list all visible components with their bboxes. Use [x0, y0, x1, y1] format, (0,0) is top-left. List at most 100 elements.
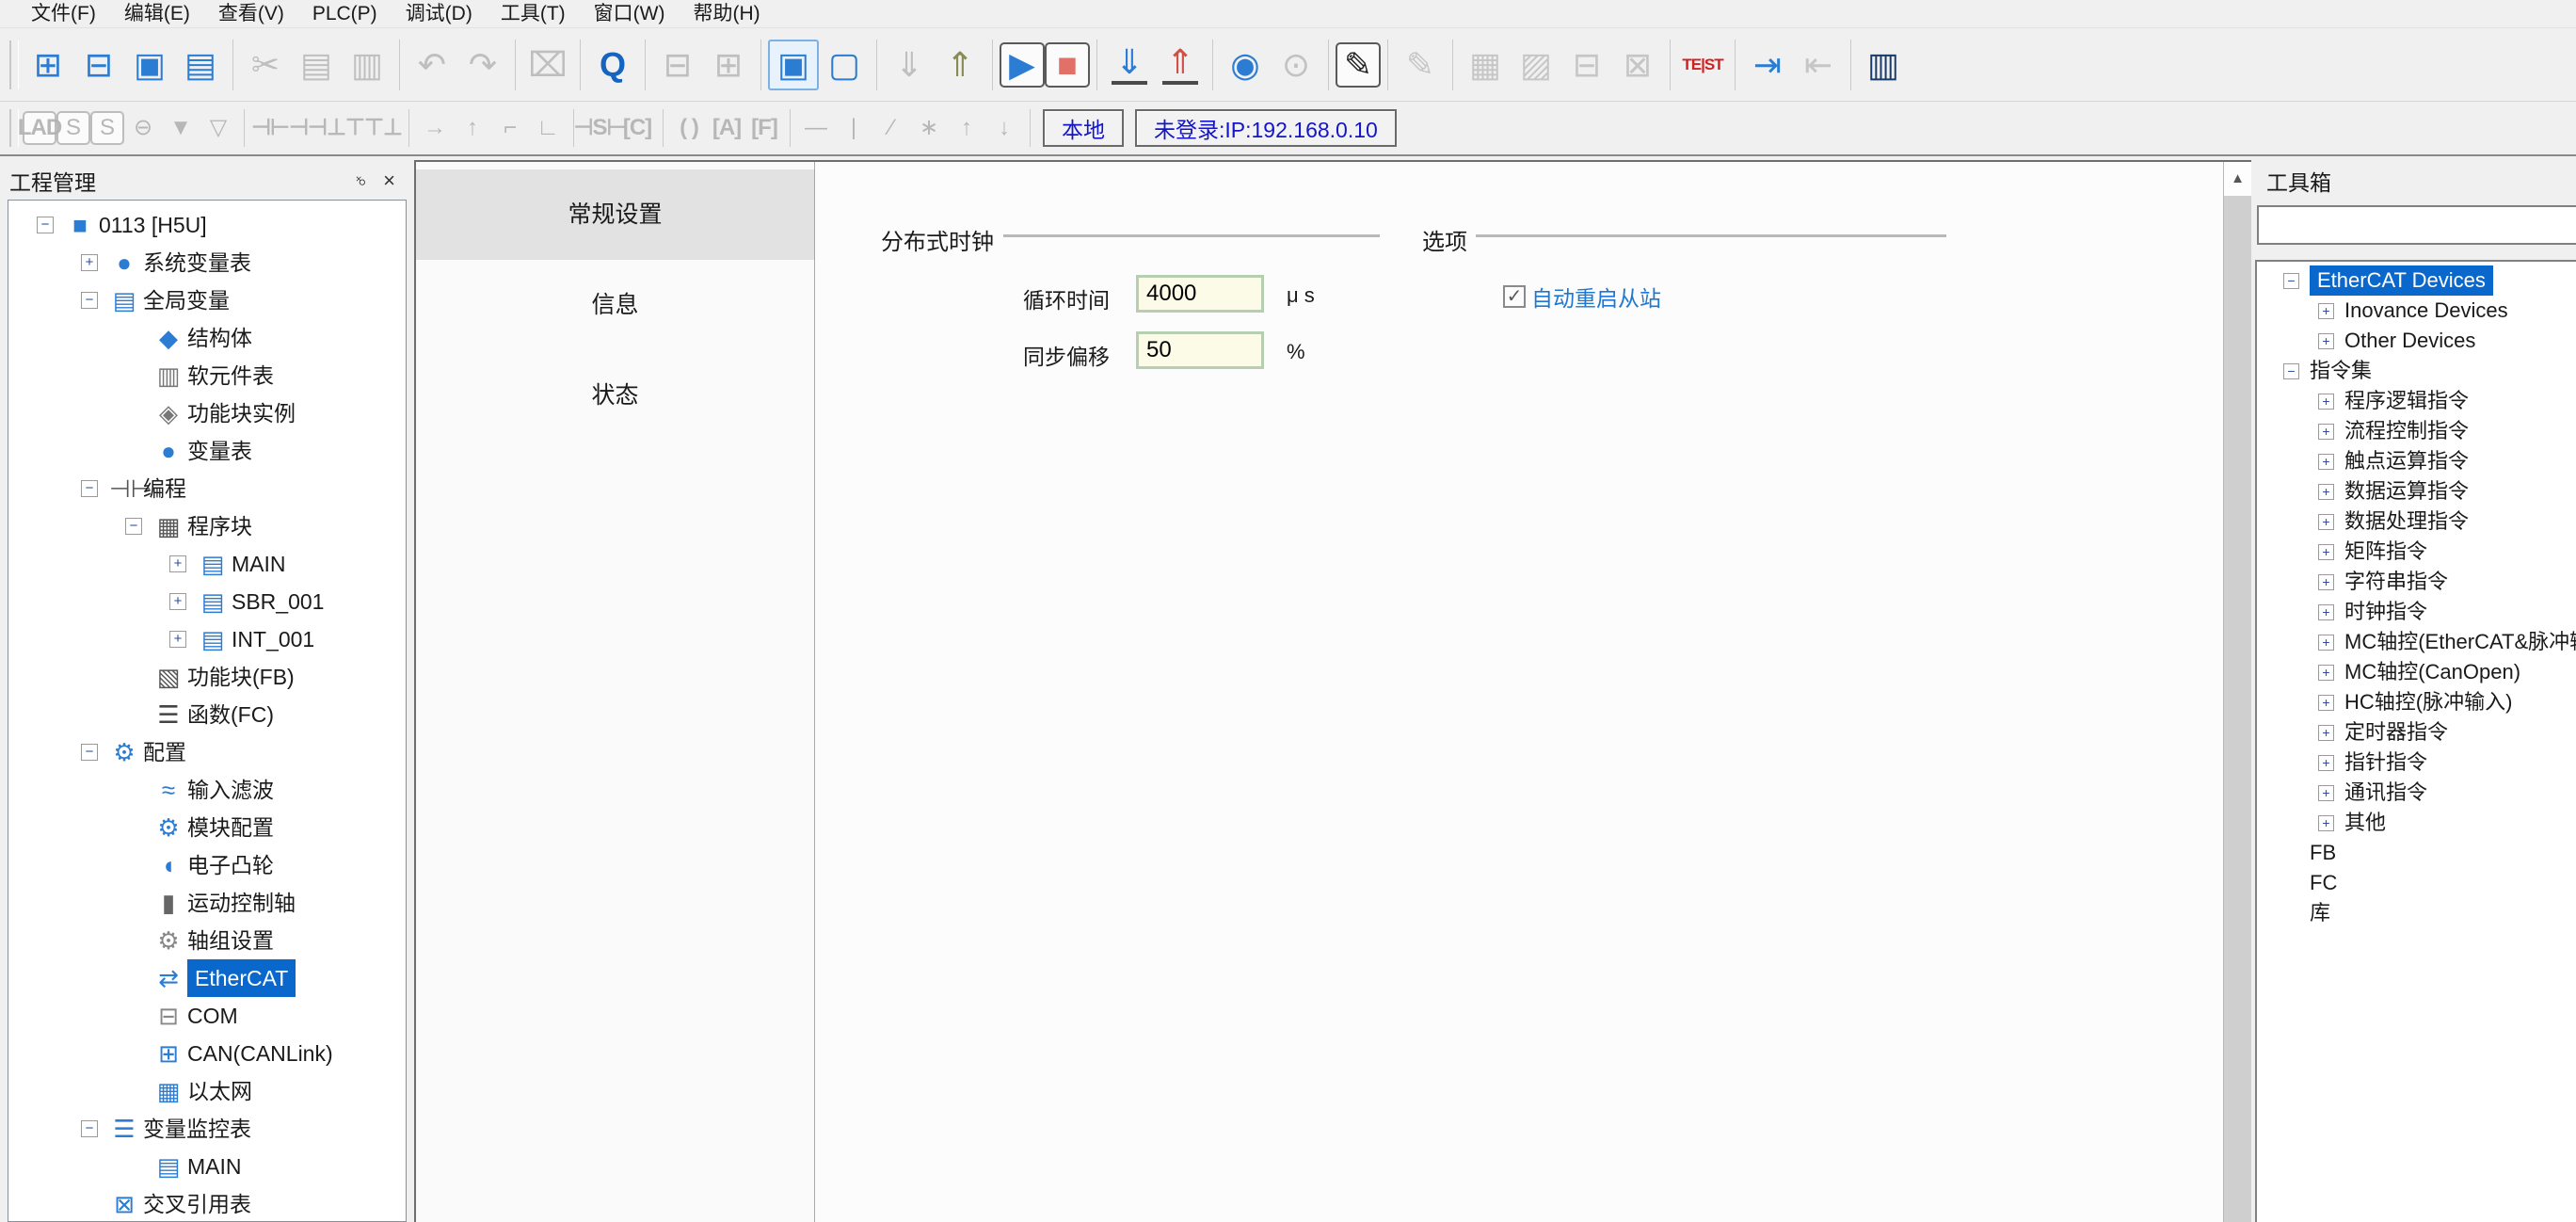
scrollbar-track[interactable] — [2224, 196, 2251, 1222]
window-export-button[interactable]: ▢ — [819, 40, 870, 90]
project-node-function-block-fb[interactable]: ▧功能块(FB) — [8, 658, 406, 696]
expand-icon[interactable]: + — [2318, 484, 2334, 500]
toolbox-node-inovance-devices[interactable]: +Inovance Devices — [2257, 296, 2576, 326]
project-node-config[interactable]: −⚙配置 — [8, 733, 406, 771]
expand-icon[interactable]: + — [2318, 635, 2334, 651]
usb-test-button[interactable]: TE|ST — [1677, 40, 1728, 90]
project-node-global-var[interactable]: −▤全局变量 — [8, 281, 406, 319]
project-node-watch-table[interactable]: −☰变量监控表 — [8, 1110, 406, 1148]
toolbox-node-other-instr[interactable]: +其他 — [2257, 808, 2576, 838]
connection-local-button[interactable]: 本地 — [1043, 109, 1124, 147]
download-button[interactable]: ⇓ — [1104, 40, 1155, 90]
toolbox-node-comm-instr[interactable]: +通讯指令 — [2257, 778, 2576, 808]
content-scrollbar[interactable]: ▲ — [2223, 162, 2251, 1222]
open-project-button[interactable]: ⊟ — [73, 40, 124, 90]
menu-window[interactable]: 窗口(W) — [580, 0, 680, 28]
project-node-ethercat[interactable]: ⇄EtherCAT — [8, 959, 406, 997]
expand-icon[interactable]: + — [2318, 785, 2334, 801]
project-node-system-var-table[interactable]: +●系统变量表 — [8, 244, 406, 281]
expand-icon[interactable]: + — [169, 631, 186, 648]
project-node-cross-ref-table[interactable]: ⊠交叉引用表 — [8, 1185, 406, 1222]
project-node-device-table[interactable]: ▥软元件表 — [8, 357, 406, 394]
project-node-function-fc[interactable]: ☰函数(FC) — [8, 696, 406, 733]
save-button[interactable]: ▣ — [124, 40, 175, 90]
expand-icon[interactable]: + — [2318, 514, 2334, 530]
project-node-input-filter[interactable]: ≈输入滤波 — [8, 771, 406, 809]
collapse-icon[interactable]: − — [81, 1120, 98, 1137]
toolbox-node-other-devices[interactable]: +Other Devices — [2257, 326, 2576, 356]
project-node-com[interactable]: ⊟COM — [8, 997, 406, 1035]
close-icon[interactable]: × — [383, 170, 395, 191]
expand-icon[interactable]: + — [2318, 815, 2334, 831]
window-cascade-button[interactable]: ▣ — [768, 40, 819, 90]
project-node-program-blocks[interactable]: −▦程序块 — [8, 507, 406, 545]
toolbox-node-string-instr[interactable]: +字符串指令 — [2257, 567, 2576, 597]
project-node-pou-int-001[interactable]: +▤INT_001 — [8, 620, 406, 658]
expand-icon[interactable]: + — [2318, 695, 2334, 711]
expand-icon[interactable]: + — [2318, 665, 2334, 681]
expand-icon[interactable]: + — [2318, 303, 2334, 319]
monitor-button[interactable]: ◉ — [1220, 40, 1271, 90]
device-view-button[interactable]: ▥ — [1858, 40, 1909, 90]
expand-icon[interactable]: + — [2318, 394, 2334, 410]
collapse-icon[interactable]: − — [37, 217, 54, 233]
upload-button[interactable]: ⇑ — [1155, 40, 1206, 90]
settings-tab-info[interactable]: 信息 — [416, 260, 814, 350]
project-node-ethernet[interactable]: ▦以太网 — [8, 1072, 406, 1110]
collapse-icon[interactable]: − — [81, 744, 98, 761]
project-node-plc-0113-h5u[interactable]: −■0113 [H5U] — [8, 206, 406, 244]
collapse-icon[interactable]: − — [2283, 273, 2299, 289]
new-project-button[interactable]: ⊞ — [23, 40, 73, 90]
toolbox-node-clock-instr[interactable]: +时钟指令 — [2257, 597, 2576, 627]
toolbox-node-pointer-instr[interactable]: +指针指令 — [2257, 748, 2576, 778]
collapse-icon[interactable]: − — [81, 480, 98, 497]
collapse-icon[interactable]: − — [125, 518, 142, 535]
write-button[interactable]: ✎ — [1336, 42, 1381, 88]
toolbox-node-data-proc-instr[interactable]: +数据处理指令 — [2257, 506, 2576, 537]
project-node-pou-sbr-001[interactable]: +▤SBR_001 — [8, 583, 406, 620]
expand-icon[interactable]: + — [2318, 544, 2334, 560]
run-button[interactable]: ▶ — [1000, 42, 1045, 88]
settings-tab-status[interactable]: 状态 — [416, 350, 814, 441]
toolbox-node-program-logic-instr[interactable]: +程序逻辑指令 — [2257, 386, 2576, 416]
project-node-fb-instance[interactable]: ◈功能块实例 — [8, 394, 406, 432]
auto-restart-checkbox[interactable]: ✓ — [1503, 285, 1526, 308]
expand-icon[interactable]: + — [2318, 604, 2334, 620]
menu-help[interactable]: 帮助(H) — [679, 0, 774, 28]
login-status-button[interactable]: 未登录:IP:192.168.0.10 — [1135, 109, 1397, 147]
settings-tab-general[interactable]: 常规设置 — [416, 169, 814, 260]
menu-debug[interactable]: 调试(D) — [392, 0, 487, 28]
toolbox-node-hc-axis-pulse[interactable]: +HC轴控(脉冲输入) — [2257, 687, 2576, 717]
menu-plc[interactable]: PLC(P) — [298, 0, 392, 28]
toolbox-node-timer-instr[interactable]: +定时器指令 — [2257, 717, 2576, 748]
expand-icon[interactable]: + — [2318, 424, 2334, 440]
expand-icon[interactable]: + — [2318, 725, 2334, 741]
toolbox-node-ethercat-devices[interactable]: −EtherCAT Devices — [2257, 265, 2576, 296]
sync-offset-input[interactable] — [1136, 331, 1264, 369]
project-node-electronic-cam[interactable]: ◖电子凸轮 — [8, 846, 406, 884]
toolbox-node-flow-control-instr[interactable]: +流程控制指令 — [2257, 416, 2576, 446]
menu-view[interactable]: 查看(V) — [204, 0, 298, 28]
pin-icon[interactable]: ♀ — [353, 170, 369, 191]
toolbox-node-instruction-set[interactable]: −指令集 — [2257, 356, 2576, 386]
expand-icon[interactable]: + — [169, 555, 186, 572]
project-node-programming[interactable]: −⊣⊢编程 — [8, 470, 406, 507]
project-node-can-canlink[interactable]: ⊞CAN(CANLink) — [8, 1035, 406, 1072]
project-node-var-table[interactable]: ●变量表 — [8, 432, 406, 470]
toolbox-filter-input[interactable] — [2257, 205, 2576, 245]
expand-icon[interactable]: + — [2318, 454, 2334, 470]
collapse-icon[interactable]: − — [2283, 363, 2299, 379]
toolbox-node-fc[interactable]: FC — [2257, 868, 2576, 898]
find-button[interactable]: Q — [587, 40, 638, 90]
toolbox-node-mc-axis-ethercat[interactable]: +MC轴控(EtherCAT&脉冲输 — [2257, 627, 2576, 657]
menu-tools[interactable]: 工具(T) — [487, 0, 580, 28]
toolbox-node-contact-op-instr[interactable]: +触点运算指令 — [2257, 446, 2576, 476]
menu-file[interactable]: 文件(F) — [17, 0, 110, 28]
toolbox-node-data-op-instr[interactable]: +数据运算指令 — [2257, 476, 2576, 506]
toolbox-node-matrix-instr[interactable]: +矩阵指令 — [2257, 537, 2576, 567]
toolbox-node-mc-axis-canopen[interactable]: +MC轴控(CanOpen) — [2257, 657, 2576, 687]
project-node-module-config[interactable]: ⚙模块配置 — [8, 809, 406, 846]
project-node-axis-group[interactable]: ⚙轴组设置 — [8, 922, 406, 959]
project-node-watch-main[interactable]: ▤MAIN — [8, 1148, 406, 1185]
collapse-icon[interactable]: − — [81, 292, 98, 309]
